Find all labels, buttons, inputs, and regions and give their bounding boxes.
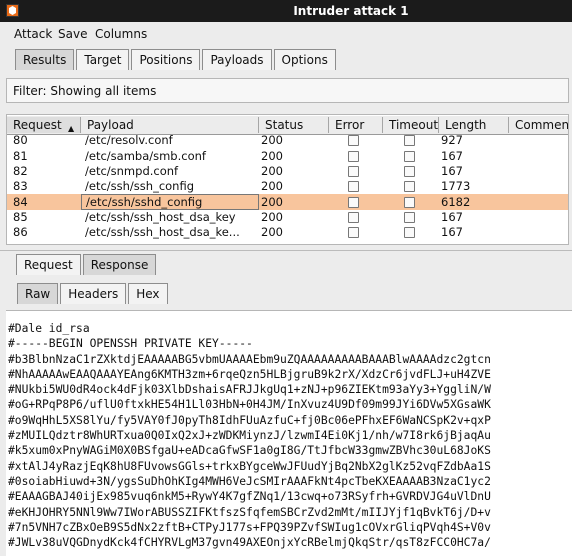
menu-bar: Attack Save Columns xyxy=(0,22,572,46)
table-row[interactable]: 86/etc/ssh/ssh_host_dsa_ke... 200 167 xyxy=(7,224,568,240)
tab-raw[interactable]: Raw xyxy=(17,283,59,304)
cell-payload: /etc/snmpd.conf xyxy=(85,163,179,178)
cell-request: 84 xyxy=(13,194,28,209)
response-line: #JWLv38uVQGDnydKck4fCHYRVLgM37gvn49AXEOn… xyxy=(8,536,491,550)
response-line: #7n5VNH7cZBxOeB9S5dNx2zftB+CTPyJ177s+FPQ… xyxy=(8,520,491,534)
cell-payload: /etc/ssh/sshd_config xyxy=(81,193,259,210)
table-row[interactable]: 85/etc/ssh/ssh_host_dsa_key 200 167 xyxy=(7,209,568,225)
cell-payload: /etc/samba/smb.conf xyxy=(85,148,206,163)
error-checkbox xyxy=(348,227,359,239)
column-label-status: Status xyxy=(265,118,304,132)
timeout-checkbox xyxy=(404,196,415,208)
menu-save[interactable]: Save xyxy=(58,27,87,41)
timeout-checkbox xyxy=(404,150,415,162)
message-tab-strip: Request Response xyxy=(16,254,158,275)
table-row[interactable]: 81/etc/samba/smb.conf 200 167 xyxy=(7,148,568,164)
tab-payloads[interactable]: Payloads xyxy=(202,49,272,70)
cell-payload: /etc/ssh/ssh_host_dsa_ke... xyxy=(85,225,240,240)
response-line: #o9WqHhL5XS8lYu/fy5VAY0fJ0pyTh8IdhFUuAzf… xyxy=(8,413,491,427)
cell-length: 167 xyxy=(441,163,463,178)
cell-status: 200 xyxy=(261,163,283,178)
table-header: Request ▲ Payload Status Error Timeout L… xyxy=(7,116,569,135)
response-line: #EAAAGBAJ40ijEx985vuq6nkM5+RywY4K7gfZNq1… xyxy=(8,490,491,504)
timeout-checkbox xyxy=(404,181,415,193)
column-header-timeout[interactable]: Timeout xyxy=(383,117,439,133)
timeout-checkbox xyxy=(404,135,415,147)
cell-status: 200 xyxy=(261,179,283,194)
tab-response[interactable]: Response xyxy=(82,254,157,275)
response-text: #Dale id_rsa #-----BEGIN OPENSSH PRIVATE… xyxy=(8,321,491,550)
column-label-comment: Comment xyxy=(515,118,569,132)
error-checkbox xyxy=(348,196,359,208)
tab-positions[interactable]: Positions xyxy=(131,49,201,70)
tab-options[interactable]: Options xyxy=(273,49,336,70)
column-header-payload[interactable]: Payload xyxy=(81,117,259,133)
error-checkbox xyxy=(348,211,359,223)
results-table: 79/etc/redhat-release20016780/etc/resolv… xyxy=(6,114,569,245)
table-row[interactable]: 84/etc/ssh/sshd_config 200 6182 xyxy=(7,193,568,210)
column-label-timeout: Timeout xyxy=(389,118,439,132)
cell-status: 200 xyxy=(261,209,283,224)
response-line: #NUkbi5WU0dR4ock4dFjk03XlbDshaisAFRJJkgU… xyxy=(8,383,491,397)
response-line: #0soiabHiuwd+3N/ygsSuDhOhKIg4MWH6VeJcSMI… xyxy=(8,474,491,488)
response-line: #zMUILQdztr8WhURTxua0Q0IxQ2xJ+zWDKMiynzJ… xyxy=(8,429,491,443)
response-line: #k5xum0xPnyWAGiM0X0BSfgaU+eADcaGfwSF1a0g… xyxy=(8,444,491,458)
response-line: #oG+RPqP8P6/uflU0ftxkHE54H1Ll03HbN+0H4JM… xyxy=(8,398,491,412)
column-label-request: Request xyxy=(13,118,62,132)
cell-request: 82 xyxy=(13,163,28,178)
menu-attack[interactable]: Attack xyxy=(14,27,52,41)
tab-results[interactable]: Results xyxy=(15,49,75,70)
response-body[interactable]: #Dale id_rsa #-----BEGIN OPENSSH PRIVATE… xyxy=(6,310,572,556)
column-header-comment[interactable]: Comment xyxy=(509,117,569,133)
cell-length: 167 xyxy=(441,209,463,224)
tab-target[interactable]: Target xyxy=(76,49,130,70)
response-line: #xtAlJ4yRazjEqK8hU8FUvowsGGls+trkxBYgceW… xyxy=(8,459,491,473)
column-header-length[interactable]: Length xyxy=(439,117,509,133)
cell-payload: /etc/ssh/ssh_host_dsa_key xyxy=(85,209,236,224)
column-label-error: Error xyxy=(335,118,365,132)
main-tab-strip: Results Target Positions Payloads Option… xyxy=(15,49,338,70)
column-header-request[interactable]: Request ▲ xyxy=(7,117,81,133)
cell-length: 1773 xyxy=(441,179,471,194)
response-line: #eKHJOHRY5NNl9Ww7IWorABUSSZIFKtfszSfqfem… xyxy=(8,505,491,519)
table-row[interactable]: 83/etc/ssh/ssh_config 200 1773 xyxy=(7,178,568,194)
error-checkbox xyxy=(348,150,359,162)
cell-status: 200 xyxy=(261,225,283,240)
cell-request: 81 xyxy=(13,148,28,163)
column-header-status[interactable]: Status xyxy=(259,117,329,133)
tab-request[interactable]: Request xyxy=(16,254,81,275)
sort-ascending-icon: ▲ xyxy=(68,124,75,133)
cell-request: 85 xyxy=(13,209,28,224)
timeout-checkbox xyxy=(404,227,415,239)
cell-length: 167 xyxy=(441,225,463,240)
window-titlebar: Intruder attack 1 xyxy=(0,0,572,22)
error-checkbox xyxy=(348,165,359,177)
tab-headers[interactable]: Headers xyxy=(60,283,127,304)
table-row[interactable]: 82/etc/snmpd.conf 200 167 xyxy=(7,163,568,179)
cell-status: 200 xyxy=(261,194,283,209)
timeout-checkbox xyxy=(404,211,415,223)
menu-columns[interactable]: Columns xyxy=(95,27,147,41)
cell-length: 167 xyxy=(441,148,463,163)
cell-request: 83 xyxy=(13,179,28,194)
column-label-length: Length xyxy=(445,118,487,132)
timeout-checkbox xyxy=(404,165,415,177)
window-title: Intruder attack 1 xyxy=(293,4,409,18)
error-checkbox xyxy=(348,181,359,193)
filter-text: Filter: Showing all items xyxy=(13,84,157,98)
column-label-payload: Payload xyxy=(87,118,134,132)
error-checkbox xyxy=(348,135,359,147)
response-line: #NhAAAAAwEAAQAAAYEAng6KMTH3zm+6rqeQzn5HL… xyxy=(8,367,491,381)
column-header-error[interactable]: Error xyxy=(329,117,383,133)
filter-bar[interactable]: Filter: Showing all items xyxy=(6,78,569,103)
cell-payload: /etc/ssh/ssh_config xyxy=(85,179,195,194)
cell-length: 6182 xyxy=(441,194,471,209)
cell-request: 86 xyxy=(13,225,28,240)
response-line: #Dale id_rsa xyxy=(8,322,90,335)
response-line: #b3BlbnNzaC1rZXktdjEAAAAABG5vbmUAAAAEbm9… xyxy=(8,352,491,366)
response-line: #-----BEGIN OPENSSH PRIVATE KEY----- xyxy=(8,337,253,351)
tab-hex[interactable]: Hex xyxy=(128,283,168,304)
cell-status: 200 xyxy=(261,148,283,163)
view-tab-strip: Raw Headers Hex xyxy=(17,283,170,304)
